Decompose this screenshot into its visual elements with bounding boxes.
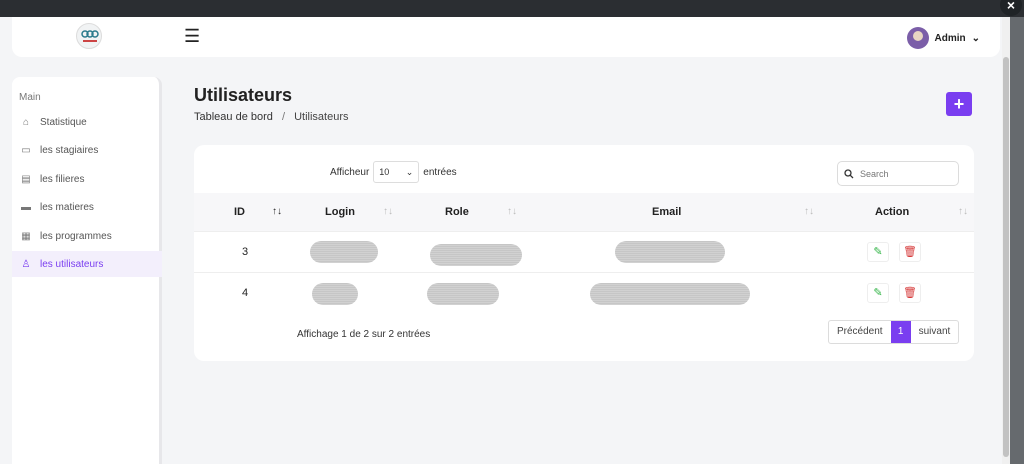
pagination-page-1[interactable]: 1: [890, 321, 911, 343]
search-input[interactable]: Search: [837, 161, 959, 186]
home-icon: ⌂: [22, 116, 30, 128]
edit-icon: ✎: [873, 287, 883, 299]
users-icon: ♙: [21, 258, 31, 270]
avatar: [906, 27, 929, 49]
column-header-id[interactable]: ID: [234, 193, 245, 231]
redacted-role: [430, 244, 522, 266]
breadcrumb-separator: /: [281, 111, 286, 123]
pagination-previous[interactable]: Précédent: [829, 321, 891, 343]
redacted-login: [312, 283, 358, 305]
trash-icon: 🗑: [903, 287, 917, 299]
window-gutter: [1010, 17, 1024, 464]
hamburger-menu-icon[interactable]: ☰: [184, 27, 202, 45]
sidebar-item-label: les matieres: [40, 201, 94, 213]
search-placeholder: Search: [860, 168, 889, 179]
sidebar-item-label: les utilisateurs: [40, 258, 104, 270]
entries-select[interactable]: 10 ⌄: [373, 161, 420, 183]
redacted-role: [427, 283, 499, 305]
trash-icon: 🗑: [903, 246, 917, 258]
sidebar-item-label: les stagiaires: [40, 144, 99, 156]
show-label: Afficheur: [330, 166, 370, 178]
table-info: Affichage 1 de 2 sur 2 entrées: [297, 329, 431, 340]
delete-button[interactable]: 🗑: [899, 283, 921, 303]
redacted-login: [310, 241, 378, 263]
edit-button[interactable]: ✎: [867, 242, 889, 262]
sort-icon[interactable]: ↑↓: [507, 193, 517, 231]
sidebar-item-matieres[interactable]: ▬ les matieres: [12, 194, 162, 220]
sidebar-item-label: les programmes: [40, 230, 112, 242]
breadcrumb-current: Utilisateurs: [294, 111, 349, 123]
sidebar-item-filieres[interactable]: ▤ les filieres: [12, 166, 162, 192]
book-icon: ▬: [21, 201, 31, 213]
cell-id: 3: [242, 246, 249, 258]
document-icon: ▤: [21, 173, 31, 185]
column-header-email[interactable]: Email: [652, 193, 681, 231]
column-header-action[interactable]: Action: [875, 193, 909, 231]
table-row: 3 ✎ 🗑: [194, 231, 974, 272]
app-window: ☰ Admin ⌄ Main ⌂ Statistique ▭ les stagi…: [0, 17, 1024, 464]
table-header: ID ↑↓ Login ↑↓ Role ↑↓ Email ↑↓ Action ↑…: [194, 193, 974, 231]
grid-icon: ▦: [21, 230, 31, 242]
users-table: ID ↑↓ Login ↑↓ Role ↑↓ Email ↑↓ Action ↑…: [194, 193, 974, 313]
sort-icon[interactable]: ↑↓: [383, 193, 393, 231]
sidebar-item-utilisateurs[interactable]: ♙ les utilisateurs: [12, 251, 162, 277]
sort-icon[interactable]: ↑↓: [272, 193, 282, 231]
column-header-role[interactable]: Role: [445, 193, 469, 231]
users-table-card: Afficheur 10 ⌄ entrées Search ID ↑↓ Logi…: [194, 145, 974, 361]
user-menu[interactable]: Admin ⌄: [906, 27, 980, 49]
user-name: Admin: [934, 32, 966, 44]
column-header-login[interactable]: Login: [325, 193, 355, 231]
search-icon: [844, 168, 854, 178]
table-row: 4 ✎ 🗑: [194, 272, 974, 313]
delete-button[interactable]: 🗑: [899, 242, 921, 262]
breadcrumb: Tableau de bord / Utilisateurs: [194, 111, 349, 123]
page-title: Utilisateurs: [194, 85, 293, 105]
sidebar-item-programmes[interactable]: ▦ les programmes: [12, 223, 162, 249]
sidebar-item-stagiaires[interactable]: ▭ les stagiaires: [12, 137, 162, 163]
browser-top-strip: [0, 0, 1024, 17]
id-card-icon: ▭: [21, 144, 31, 156]
entries-select-value: 10: [379, 167, 390, 177]
entries-label: entrées: [423, 166, 457, 178]
pagination: Précédent 1 suivant: [828, 320, 960, 344]
sidebar: Main ⌂ Statistique ▭ les stagiaires ▤ le…: [12, 77, 162, 464]
add-user-button[interactable]: +: [946, 92, 972, 116]
sort-icon[interactable]: ↑↓: [958, 193, 968, 231]
edit-button[interactable]: ✎: [867, 283, 889, 303]
cell-id: 4: [242, 287, 249, 299]
edit-icon: ✎: [873, 246, 883, 258]
entries-length-control: Afficheur 10 ⌄ entrées: [330, 161, 457, 183]
vertical-scrollbar[interactable]: [1002, 17, 1010, 464]
sort-icon[interactable]: ↑↓: [804, 193, 814, 231]
scrollbar-thumb[interactable]: [1003, 57, 1009, 457]
sidebar-item-statistique[interactable]: ⌂ Statistique: [12, 109, 162, 135]
pagination-next[interactable]: suivant: [911, 321, 959, 343]
redacted-email: [590, 283, 750, 305]
app-logo: [76, 23, 102, 49]
redacted-email: [615, 241, 725, 263]
plus-icon: +: [953, 94, 965, 114]
breadcrumb-dashboard[interactable]: Tableau de bord: [194, 111, 273, 123]
sidebar-item-label: les filieres: [40, 173, 85, 185]
sidebar-item-label: Statistique: [40, 116, 87, 128]
sidebar-section-main: Main: [19, 92, 41, 103]
chevron-down-icon: ⌄: [971, 32, 980, 44]
top-header: ☰ Admin ⌄: [12, 17, 1000, 57]
chevron-down-icon: ⌄: [405, 166, 414, 177]
